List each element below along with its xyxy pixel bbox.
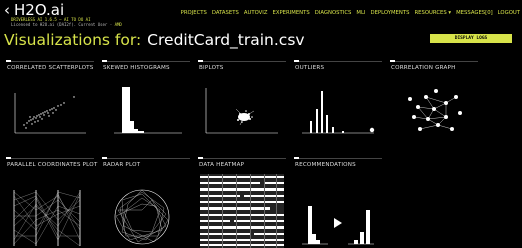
card-data-heatmap[interactable]: DATA HEATMAP (198, 157, 286, 248)
page-title-label: Visualizations for: (4, 31, 142, 49)
card-label: OUTLIERS (295, 65, 325, 71)
card-label: CORRELATED SCATTERPLOTS (7, 65, 94, 71)
card-divider (102, 157, 190, 159)
card-radar-plot[interactable]: RADAR PLOT (102, 157, 190, 245)
nav-projects[interactable]: PROJECTS (181, 10, 207, 16)
card-label: DATA HEATMAP (199, 162, 245, 168)
nav-autoviz[interactable]: AUTOVIZ (244, 10, 268, 16)
current-user[interactable]: AMD (115, 22, 122, 27)
dataset-name: CreditCard_train.csv (147, 31, 305, 49)
card-biplots[interactable]: BIPLOTS (198, 60, 286, 139)
card-divider (102, 60, 190, 62)
card-divider (294, 157, 382, 159)
nav-logout[interactable]: LOGOUT (498, 10, 520, 16)
nav-resources[interactable]: RESOURCES ▾ (414, 10, 451, 16)
radar-plot-thumbnail (114, 189, 170, 245)
nav-diagnostics[interactable]: DIAGNOSTICS (315, 10, 352, 16)
card-label: BIPLOTS (199, 65, 224, 71)
card-label: PARALLEL COORDINATES PLOT (7, 162, 98, 168)
scatterplot-thumbnail (14, 93, 86, 134)
card-label: RECOMMENDATIONS (295, 162, 356, 168)
card-divider (294, 60, 382, 62)
parallel-coordinates-thumbnail (13, 190, 81, 247)
card-skewed-histograms[interactable]: SKEWED HISTOGRAMS (102, 60, 190, 139)
card-correlated-scatterplots[interactable]: CORRELATED SCATTERPLOTS (6, 60, 94, 139)
arrow-right-icon (334, 218, 342, 228)
nav-datasets[interactable]: DATASETS (212, 10, 239, 16)
main-nav: PROJECTS DATASETS AUTOVIZ EXPERIMENTS DI… (181, 10, 520, 16)
heatmap-thumbnail (200, 174, 284, 248)
card-label: CORRELATION GRAPH (391, 65, 456, 71)
nav-deployments[interactable]: DEPLOYMENTS (370, 10, 409, 16)
nav-experiments[interactable]: EXPERIMENTS (273, 10, 310, 16)
outliers-thumbnail (302, 91, 375, 134)
network-graph-thumbnail (408, 89, 462, 131)
card-recommendations[interactable]: RECOMMENDATIONS (294, 157, 382, 245)
chevron-left-icon[interactable]: ‹ (4, 1, 10, 19)
card-outliers[interactable]: OUTLIERS (294, 60, 382, 139)
card-correlation-graph[interactable]: CORRELATION GRAPH (390, 60, 478, 139)
card-label: SKEWED HISTOGRAMS (103, 65, 170, 71)
license-line: Licensed to H2O.ai (DAI2f). Current User… (11, 22, 122, 27)
display-logs-button[interactable]: DISPLAY LOGS (430, 34, 512, 43)
page-title: Visualizations for: CreditCard_train.csv (4, 31, 305, 49)
nav-messages[interactable]: MESSAGES[0] (456, 10, 493, 16)
top-bar: ‹ H2O.ai DRIVERLESS AI 1.6.5 — AI TO DO A… (0, 0, 522, 27)
brand[interactable]: ‹ H2O.ai (4, 2, 64, 18)
recommendations-thumbnail (302, 206, 374, 245)
histogram-thumbnail (114, 87, 182, 134)
nav-mli[interactable]: MLI (356, 10, 365, 16)
card-parallel-coordinates-plot[interactable]: PARALLEL COORDINATES PLOT (6, 157, 97, 247)
card-divider (390, 60, 478, 62)
card-divider (6, 60, 94, 62)
card-divider (198, 60, 286, 62)
card-divider (198, 157, 286, 159)
license-text: Licensed to H2O.ai (DAI2f). Current User… (11, 22, 113, 27)
biplot-thumbnail (205, 88, 278, 134)
card-divider (6, 157, 94, 159)
card-label: RADAR PLOT (103, 162, 141, 168)
